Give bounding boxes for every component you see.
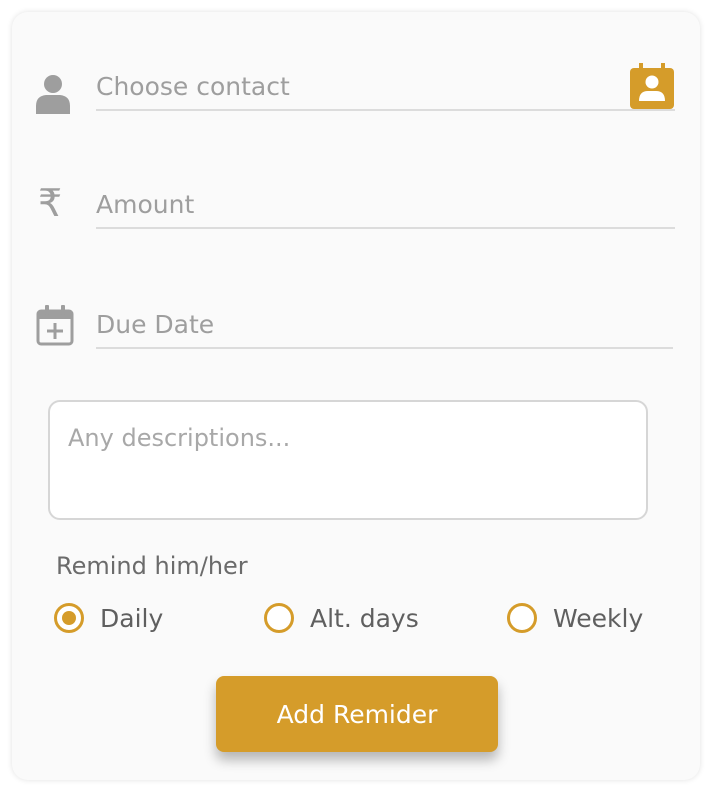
radio-weekly-indicator[interactable]	[507, 603, 537, 633]
contact-input[interactable]	[96, 72, 675, 111]
radio-alt-days-indicator[interactable]	[264, 603, 294, 633]
description-textarea[interactable]	[48, 400, 648, 520]
radio-selected-dot	[62, 611, 76, 625]
remind-label: Remind him/her	[56, 552, 248, 580]
radio-daily-label: Daily	[100, 603, 164, 633]
radio-daily[interactable]: Daily	[54, 598, 163, 638]
radio-alt-days-label: Alt. days	[310, 603, 419, 633]
amount-input[interactable]	[96, 190, 675, 229]
contact-book-icon[interactable]	[630, 63, 674, 109]
reminder-form-card: ₹ Remind him/her Daily Alt. days	[12, 12, 700, 780]
radio-weekly-label: Weekly	[553, 603, 644, 633]
radio-alt-days[interactable]: Alt. days	[264, 598, 419, 638]
person-icon	[34, 74, 72, 118]
add-reminder-button[interactable]: Add Remider	[216, 676, 498, 752]
radio-weekly[interactable]: Weekly	[507, 598, 643, 638]
rupee-icon: ₹	[38, 181, 63, 225]
calendar-add-icon	[36, 304, 74, 350]
radio-daily-indicator[interactable]	[54, 603, 84, 633]
due-date-input[interactable]	[96, 310, 673, 349]
